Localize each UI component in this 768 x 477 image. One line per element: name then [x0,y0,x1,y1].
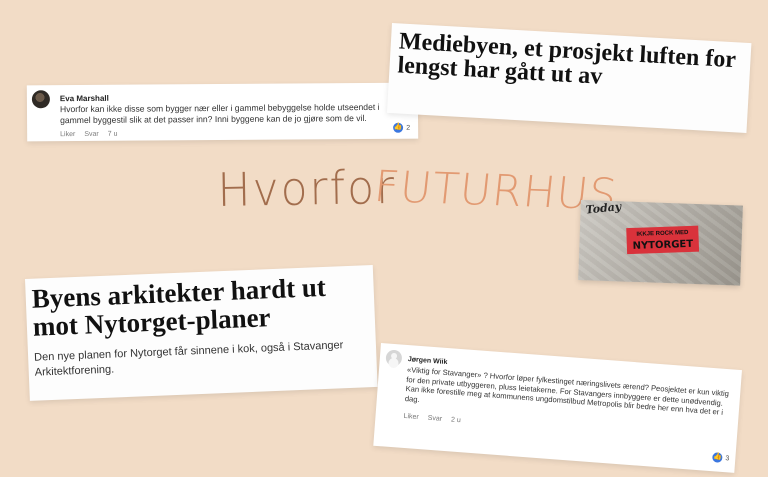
reaction-badge[interactable]: 👍 3 [712,452,730,463]
sticker-line-2: NYTORGET [632,238,694,252]
poster-photo: Today IKKJE ROCK MED NYTORGET [578,200,743,286]
comment-actions: Liker Svar 2 u [403,413,461,424]
comment-time: 7 u [107,130,118,138]
comment-text: Hvorfor kan ikke disse som bygger nær el… [59,101,380,126]
reaction-count: 3 [725,454,730,462]
headline: Mediebyen, et prosjekt luften for lengst… [396,28,737,90]
avatar[interactable] [31,90,50,109]
handwritten-word-hvorfor: Hvorfor [217,160,397,218]
reaction-badge[interactable]: 👍 2 [393,122,411,133]
protest-sticker: IKKJE ROCK MED NYTORGET [626,225,700,255]
like-button[interactable]: Liker [403,413,419,421]
avatar[interactable] [385,349,403,367]
thumbs-up-icon: 👍 [393,122,404,133]
article-lead: Den nye planen for Nytorget får sinnene … [33,339,344,379]
thumbs-up-icon: 👍 [712,452,723,463]
headline-clipping-mediebyen: Mediebyen, et prosjekt luften for lengst… [386,23,752,133]
comment-author[interactable]: Eva Marshall [60,94,109,103]
reply-button[interactable]: Svar [427,415,442,423]
comment-card-jorgen: Jørgen Wiik «Viktig for Stavanger» ? Hvo… [373,343,742,473]
graffiti-tag: Today [585,200,622,217]
headline-clipping-arkitekter: Byens arkitekter hardt ut mot Nytorget-p… [25,265,378,401]
comment-card-eva: Eva Marshall Hvorfor kan ikke disse som … [26,82,419,142]
headline: Byens arkitekter hardt ut mot Nytorget-p… [31,271,327,342]
reply-button[interactable]: Svar [84,131,98,138]
reaction-count: 2 [406,124,411,132]
comment-time: 2 u [450,416,461,425]
like-button[interactable]: Liker [60,131,75,138]
comment-actions: Liker Svar 7 u [60,131,117,138]
